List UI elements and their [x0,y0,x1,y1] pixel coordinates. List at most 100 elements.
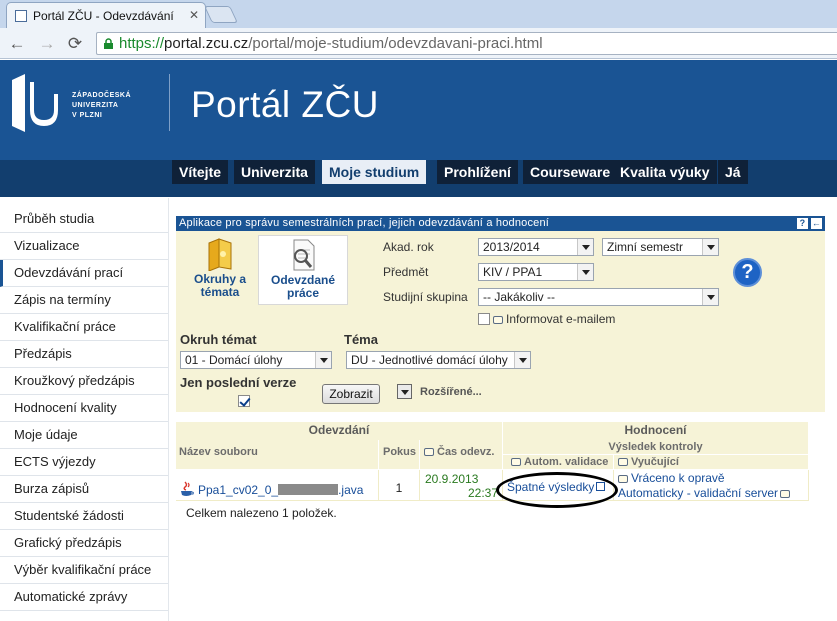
col-cas-odevzdani[interactable]: Čas odevz. [420,440,503,470]
tab-label: témata [200,285,240,299]
app-title-bar: Aplikace pro správu semestrálních prací,… [176,216,825,231]
chevron-down-icon [577,239,593,255]
nav-item-kvalita-vyuky[interactable]: Kvalita výuky [613,160,719,184]
java-file-icon [181,481,194,496]
sidebar-item-kvalifikacni-prace[interactable]: Kvalifikační práce [0,314,168,341]
col-nazev-souboru[interactable]: Název souboru [176,440,379,470]
reload-icon[interactable]: ⟳ [64,33,86,55]
app-panel: Aplikace pro správu semestrálních prací,… [176,216,825,412]
sidebar-item-burza-zapisu[interactable]: Burza zápisů [0,476,168,503]
tema-label: Téma [344,332,378,347]
cas-date: 20.9.2013 [425,472,479,486]
forward-arrow-icon[interactable]: → [36,33,58,55]
tema-select[interactable]: DU - Jednotlivé domácí úlohy [346,351,531,369]
sidebar-item-predzapis[interactable]: Předzápis [0,341,168,368]
zobrazit-button[interactable]: Zobrazit [322,384,380,404]
table-cell-cas: 20.9.2013 22:37 [420,470,503,501]
tab-okruhy-a-temata[interactable]: Okruhy a témata [182,235,258,305]
akad-rok-select[interactable]: 2013/2014 [478,238,594,256]
sidebar-divider [168,198,169,621]
new-tab-button[interactable] [204,6,238,23]
comment-icon[interactable] [618,475,628,483]
table-row-file[interactable]: Ppa1_cv02_0_ .java [176,470,379,501]
comment-icon [424,448,434,456]
sidebar-item-krouzkovy-predzapis[interactable]: Kroužkový předzápis [0,368,168,395]
informovat-text: Informovat e-mailem [506,312,616,326]
nav-item-moje-studium[interactable]: Moje studium [322,160,429,184]
sidebar-item-zapis-na-terminy[interactable]: Zápis na termíny [0,287,168,314]
nav-item-ja[interactable]: Já [718,160,750,184]
col-cas-text: Čas odevz. [437,446,495,458]
sidebar-item-moje-udaje[interactable]: Moje údaje [0,422,168,449]
header-divider [169,74,170,131]
informovat-label: Informovat e-mailem [493,312,615,326]
col-pokus[interactable]: Pokus [379,440,420,470]
posledni-verze-checkbox[interactable] [238,395,250,407]
sidebar-item-automaticke-zpravy[interactable]: Automatické zprávy [0,584,168,611]
table-cell-vyucujici[interactable]: Vráceno k opravě Automaticky - validační… [614,470,809,501]
nav-item-vitejte[interactable]: Vítejte [172,160,231,184]
app-title: Aplikace pro správu semestrálních prací,… [179,217,550,229]
tema-value: DU - Jednotlivé domácí úlohy [351,353,508,367]
okruh-select[interactable]: 01 - Domácí úlohy [180,351,332,369]
sidebar-item-prubeh-studia[interactable]: Průběh studia [0,206,168,233]
folder-icon [208,238,232,271]
document-search-icon [293,239,315,271]
nav-item-courseware[interactable]: Courseware [523,160,620,184]
vyucujici-status[interactable]: Vráceno k opravě [631,471,725,485]
university-logo-icon[interactable] [12,74,60,134]
nav-item-prohlizeni[interactable]: Prohlížení [437,160,520,184]
sidebar-item-hodnoceni-kvality[interactable]: Hodnocení kvality [0,395,168,422]
close-icon[interactable]: ✕ [189,8,199,22]
address-bar[interactable]: https://portal.zcu.cz/portal/moje-studiu… [96,32,837,55]
nav-item-univerzita[interactable]: Univerzita [234,160,317,184]
browser-tab[interactable]: Portál ZČU - Odevzdávání ✕ [6,2,206,28]
skupina-value: -- Jakákoliv -- [483,290,556,304]
semestr-select[interactable]: Zimní semestr [602,238,719,256]
chevron-down-icon [514,352,530,368]
sidebar-item-vizualizace[interactable]: Vizualizace [0,233,168,260]
okruh-label: Okruh témat [180,332,257,347]
sidebar-item-ects-vyjezdy[interactable]: ECTS výjezdy [0,449,168,476]
group-odevzdani: Odevzdání [176,422,503,440]
skupina-label: Studijní skupina [383,290,468,304]
col-vyucujici[interactable]: Vyučující [614,455,809,470]
vyucujici-source[interactable]: Automaticky - validační server [618,486,778,500]
sidebar-item-graficky-predzapis[interactable]: Grafický předzápis [0,530,168,557]
skupina-select[interactable]: -- Jakákoliv -- [478,288,719,306]
sidebar-item-odevzdavani-praci[interactable]: Odevzdávání prací [0,260,168,287]
comment-icon [493,316,503,324]
tab-label: práce [286,286,320,300]
informovat-checkbox[interactable] [478,313,490,325]
comment-icon[interactable] [780,490,791,498]
expand-icon[interactable] [397,384,412,399]
chevron-down-icon [702,239,718,255]
predmet-label: Předmět [383,265,429,279]
help-icon[interactable]: ? [733,258,762,287]
lock-icon [104,38,113,49]
semestr-value: Zimní semestr [607,240,684,254]
browser-tab-title: Portál ZČU - Odevzdávání [33,9,174,23]
col-vyucujici-text: Vyučující [631,456,679,468]
sidebar-item-vyber-kvalifikacni-prace[interactable]: Výběr kvalifikační práce [0,557,168,584]
cas-time: 22:37 [467,486,498,500]
url-scheme: https:// [119,35,165,52]
rozsirene-link[interactable]: Rozšířené... [420,386,482,398]
file-name-suffix[interactable]: .java [338,483,363,497]
akad-rok-value: 2013/2014 [483,240,540,254]
url-host: portal.zcu.cz [164,35,249,52]
browser-tab-strip: Portál ZČU - Odevzdávání ✕ [0,0,837,28]
predmet-select[interactable]: KIV / PPA1 [478,263,594,281]
comment-icon [618,458,628,466]
highlight-annotation [496,472,618,508]
akad-rok-label: Akad. rok [383,240,434,254]
back-small-button[interactable]: ← [811,218,822,229]
col-autom-validace[interactable]: Autom. validace [503,455,614,470]
group-hodnoceni: Hodnocení [503,422,809,440]
back-arrow-icon[interactable]: ← [6,33,28,55]
top-navigation: Vítejte Univerzita Moje studium Prohlíže… [0,160,837,197]
sidebar-item-studentske-zadosti[interactable]: Studentské žádosti [0,503,168,530]
file-name-prefix[interactable]: Ppa1_cv02_0_ [198,483,278,497]
help-small-button[interactable]: ? [797,218,808,229]
tab-odevzdane-prace[interactable]: Odevzdané práce [258,235,348,305]
